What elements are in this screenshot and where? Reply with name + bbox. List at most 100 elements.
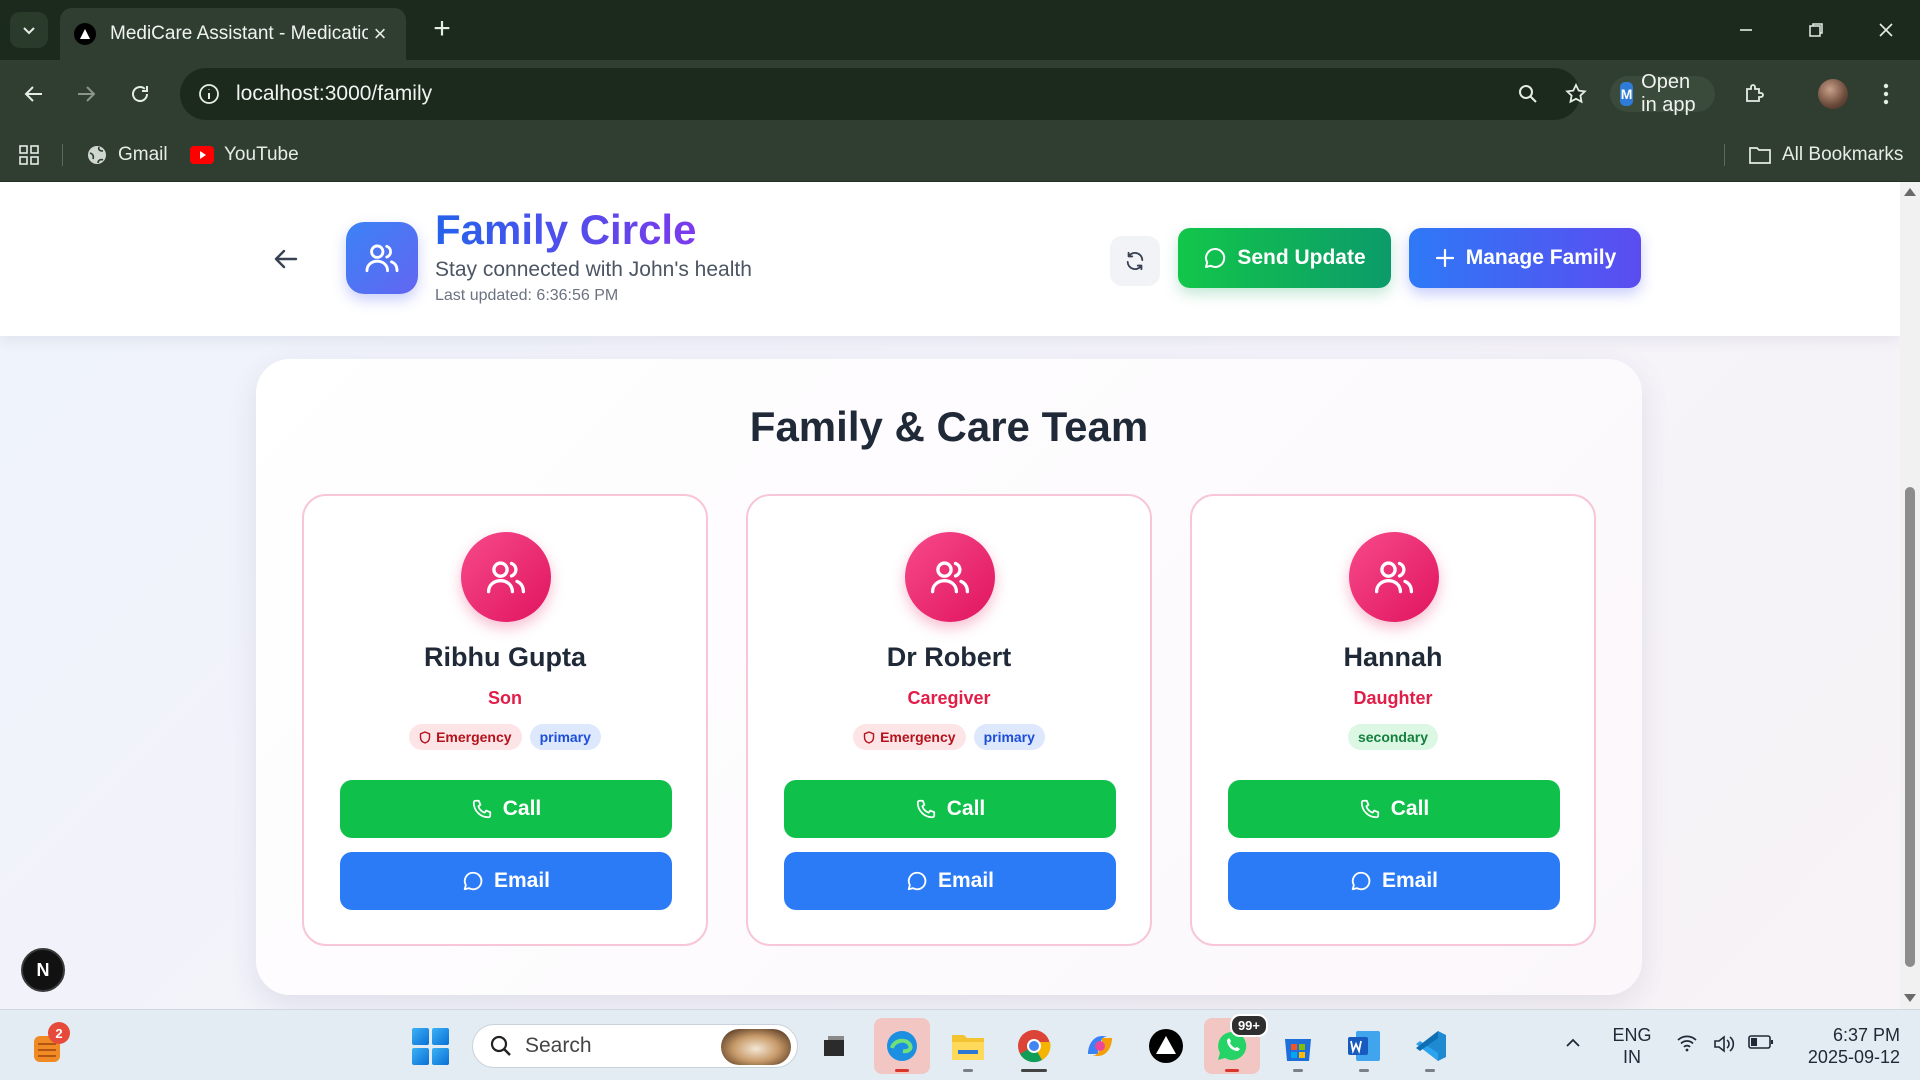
clock-date: 2025-09-12 <box>1807 1047 1900 1067</box>
member-avatar <box>1349 532 1439 622</box>
chrome-app[interactable] <box>1006 1018 1062 1074</box>
message-circle-icon <box>907 871 927 891</box>
input-language-indicator[interactable]: ENG IN <box>1610 1024 1654 1068</box>
profile-avatar <box>1818 79 1848 109</box>
app-running-indicator <box>1293 1069 1303 1072</box>
reload-button[interactable] <box>120 74 160 114</box>
app-icon: M <box>1620 82 1634 106</box>
open-in-app-button[interactable]: M Open in app <box>1610 71 1715 116</box>
apps-grid-icon <box>19 145 39 165</box>
file-explorer-app[interactable] <box>940 1018 996 1074</box>
app-running-indicator <box>895 1069 909 1072</box>
address-bar[interactable]: localhost:3000/family M Open in app <box>180 68 1715 120</box>
all-bookmarks-label: All Bookmarks <box>1782 144 1904 165</box>
app-running-indicator <box>1225 1069 1239 1072</box>
manage-family-label: Manage Family <box>1465 246 1617 269</box>
email-button[interactable]: Email <box>784 852 1116 910</box>
store-app[interactable] <box>1270 1018 1326 1074</box>
manage-family-button[interactable]: Manage Family <box>1409 228 1641 288</box>
nextjs-dev-indicator[interactable]: N <box>21 948 65 992</box>
refresh-button[interactable] <box>1110 236 1160 286</box>
bookmark-gmail-label: Gmail <box>118 144 168 165</box>
emergency-badge-label: Emergency <box>880 729 956 745</box>
battery-icon[interactable] <box>1748 1034 1774 1050</box>
task-view-app[interactable] <box>806 1018 862 1074</box>
emergency-badge: Emergency <box>853 724 966 750</box>
back-nav-button[interactable] <box>14 74 54 114</box>
show-hidden-icons-button[interactable] <box>1564 1034 1582 1052</box>
restore-icon <box>1809 23 1823 37</box>
wifi-icon[interactable] <box>1676 1034 1698 1052</box>
restore-button[interactable] <box>1786 10 1846 50</box>
email-button-label: Email <box>1381 869 1439 892</box>
open-in-app-label: Open in app <box>1641 71 1696 116</box>
store-icon <box>1285 1039 1311 1061</box>
taskbar-search[interactable]: Search <box>472 1024 798 1068</box>
send-update-label: Send Update <box>1237 246 1366 269</box>
emergency-badge: Emergency <box>409 724 522 750</box>
more-vertical-icon <box>1883 83 1889 105</box>
call-button-label: Call <box>502 797 542 820</box>
all-bookmarks-button[interactable]: All Bookmarks <box>1748 140 1903 170</box>
page-scrollbar[interactable] <box>1900 182 1920 1009</box>
member-card: Dr Robert Caregiver Emergency primary Ca… <box>746 494 1152 946</box>
users-icon <box>930 561 970 594</box>
member-card: Ribhu Gupta Son Emergency primary Call E… <box>302 494 708 946</box>
word-app[interactable] <box>1336 1018 1392 1074</box>
clock[interactable]: 6:37 PM 2025-09-12 <box>1790 1024 1900 1068</box>
close-window-button[interactable] <box>1856 10 1916 50</box>
priority-badge: primary <box>529 724 601 750</box>
edge-app[interactable] <box>874 1018 930 1074</box>
send-update-button[interactable]: Send Update <box>1178 228 1391 288</box>
tab-search-button[interactable] <box>10 12 48 48</box>
call-button[interactable]: Call <box>340 780 672 838</box>
site-info-icon[interactable] <box>194 79 224 109</box>
apps-button[interactable] <box>18 140 40 170</box>
copilot-app[interactable] <box>1072 1018 1128 1074</box>
call-button[interactable]: Call <box>1228 780 1560 838</box>
priority-badge: primary <box>973 724 1045 750</box>
member-badges: Emergency primary <box>748 724 1150 750</box>
volume-icon[interactable] <box>1712 1034 1736 1054</box>
member-name: Ribhu Gupta <box>424 642 586 672</box>
browser-tab-active[interactable]: MediCare Assistant - Medicatio × <box>60 8 406 60</box>
bookmark-youtube[interactable]: YouTube <box>190 140 299 170</box>
scroll-up-arrow-icon[interactable] <box>1904 188 1916 196</box>
puzzle-icon <box>1746 84 1764 102</box>
member-badges: Emergency primary <box>304 724 706 750</box>
start-button[interactable] <box>412 1028 450 1066</box>
extensions-button[interactable] <box>1734 74 1774 114</box>
member-avatar <box>461 532 551 622</box>
tab-close-icon[interactable]: × <box>368 21 392 47</box>
vscode-app[interactable] <box>1402 1018 1458 1074</box>
new-tab-button[interactable]: + <box>424 12 460 48</box>
scrollbar-thumb[interactable] <box>1905 487 1915 967</box>
member-badges: secondary <box>1192 724 1594 750</box>
scroll-down-arrow-icon[interactable] <box>1904 994 1916 1002</box>
users-icon <box>486 561 526 594</box>
call-button-label: Call <box>1390 797 1430 820</box>
zoom-icon[interactable] <box>1512 78 1544 110</box>
app-running-indicator <box>1359 1069 1369 1072</box>
email-button[interactable]: Email <box>1228 852 1560 910</box>
minimize-button[interactable] <box>1716 10 1776 50</box>
member-relation: Son <box>488 688 522 708</box>
app-running-indicator <box>1425 1069 1435 1072</box>
bookmark-gmail[interactable]: Gmail <box>86 140 168 170</box>
app-running-indicator <box>1021 1069 1047 1072</box>
forward-nav-button[interactable] <box>66 74 106 114</box>
member-relation: Caregiver <box>907 688 991 708</box>
back-button[interactable] <box>264 237 308 281</box>
vercel-app[interactable] <box>1138 1018 1194 1074</box>
edge-icon <box>887 1031 917 1061</box>
app-running-indicator <box>963 1069 973 1072</box>
email-button[interactable]: Email <box>340 852 672 910</box>
call-button[interactable]: Call <box>784 780 1116 838</box>
whatsapp-app[interactable]: 99+ <box>1204 1014 1268 1074</box>
minimize-icon <box>1740 29 1752 31</box>
profile-button[interactable] <box>1813 74 1853 114</box>
phone-icon <box>916 799 935 819</box>
browser-menu-button[interactable] <box>1866 74 1906 114</box>
bookmark-star-icon[interactable] <box>1560 78 1592 110</box>
bookmarks-separator <box>1724 144 1725 166</box>
